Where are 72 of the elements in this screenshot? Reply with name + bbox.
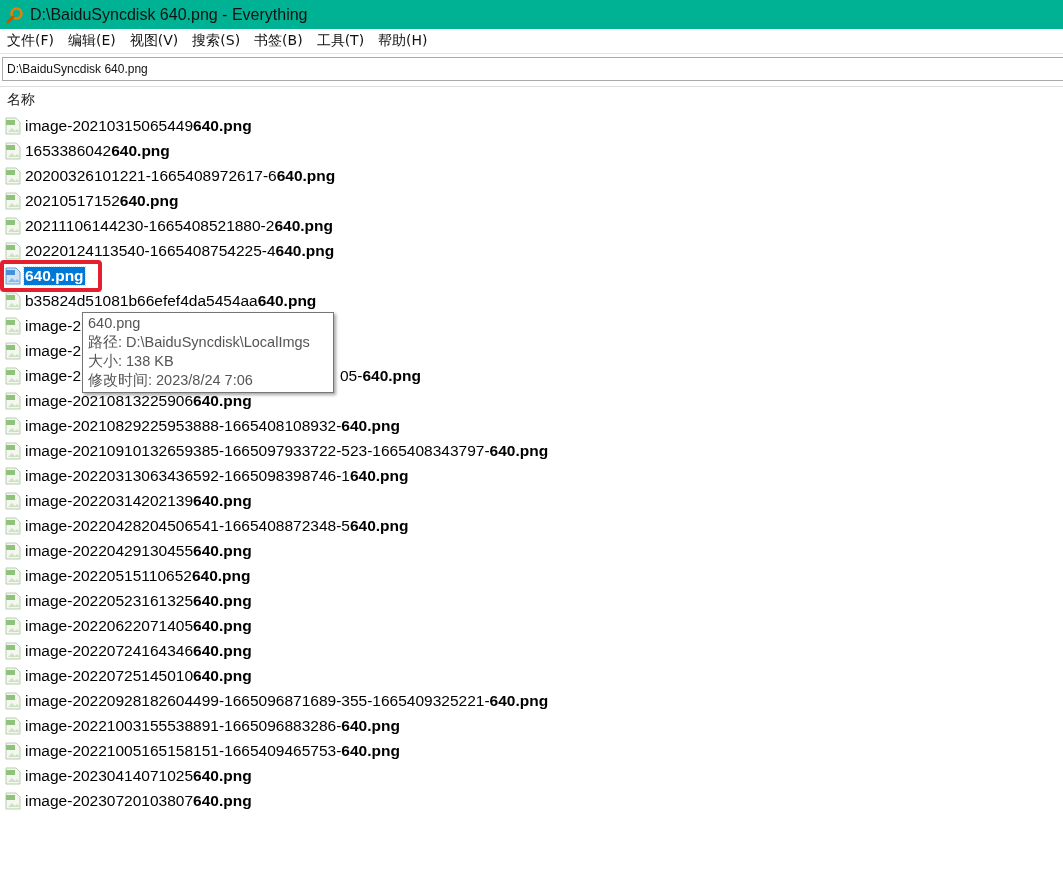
file-name[interactable]: image-20220429130455640.png [24, 541, 253, 560]
image-file-icon [5, 666, 21, 685]
image-file-icon [5, 541, 21, 560]
column-header[interactable]: 名称 [7, 91, 35, 109]
file-name[interactable]: image-20220724164346640.png [24, 641, 253, 660]
image-file-icon [5, 566, 21, 585]
menu-item[interactable]: 文件(F) [7, 32, 54, 50]
image-file-icon [5, 191, 21, 210]
menu-item[interactable]: 编辑(E) [68, 32, 116, 50]
file-name[interactable]: image-20220515110652640.png [24, 566, 252, 585]
tooltip-text: 路径: D:\BaiduSyncdisk\LocalImgs [88, 333, 311, 352]
file-name: 05-640.png [340, 366, 421, 385]
image-file-icon [5, 366, 21, 385]
image-file-icon [5, 216, 21, 235]
file-name[interactable]: 20211106144230-1665408521880-2640.png [24, 216, 334, 235]
window-title: D:\BaiduSyncdisk 640.png - Everything [30, 5, 308, 24]
file-name[interactable]: image-20230720103807640.png [24, 791, 253, 810]
image-file-icon [5, 491, 21, 510]
image-file-icon [5, 691, 21, 710]
file-name[interactable]: image-20220314202139640.png [24, 491, 253, 510]
file-name[interactable]: image-20220313063436592-1665098398746-1640.png [24, 466, 410, 485]
tooltip-text: 640.png [88, 314, 142, 333]
image-file-icon [5, 591, 21, 610]
image-file-icon [5, 716, 21, 735]
file-name[interactable]: 20200326101221-1665408972617-6640.png [24, 166, 337, 185]
file-name[interactable]: image-20230414071025640.png [24, 766, 253, 785]
file-name[interactable]: image-20220622071405640.png [24, 616, 253, 635]
file-name[interactable]: image-20220725145010640.png [24, 666, 253, 685]
image-file-icon [5, 441, 21, 460]
file-name[interactable]: image-20220928182604499-1665096871689-355-1665409325221-640.png [24, 691, 550, 710]
file-name[interactable]: image-20210829225953888-1665408108932-640.png [24, 416, 401, 435]
file-name[interactable]: image-2 [24, 316, 82, 335]
file-name[interactable]: image-2 [24, 341, 82, 360]
tooltip-text: 修改时间: 2023/8/24 7:06 [88, 371, 254, 390]
file-name[interactable]: image-20220428204506541-1665408872348-5640.png [24, 516, 410, 535]
file-name[interactable]: image-20221003155538891-1665096883286-640.png [24, 716, 401, 735]
image-file-icon [5, 616, 21, 635]
image-file-icon [5, 641, 21, 660]
file-name[interactable]: image-20210910132659385-1665097933722-523-1665408343797-640.png [24, 441, 550, 460]
menu-item[interactable]: 工具(T) [316, 32, 365, 50]
image-file-icon [5, 391, 21, 410]
image-file-icon [5, 291, 21, 310]
image-file-icon [5, 166, 21, 185]
magnifier-icon [6, 5, 24, 24]
image-file-icon [5, 241, 21, 260]
image-file-icon [5, 791, 21, 810]
image-file-icon [5, 141, 21, 160]
file-name[interactable]: image-20220523161325640.png [24, 591, 253, 610]
file-name[interactable]: 1653386042640.png [24, 141, 171, 160]
menu-item[interactable]: 视图(V) [129, 32, 179, 50]
file-name[interactable]: image-20221005165158151-1665409465753-640.png [24, 741, 401, 760]
file-name[interactable]: 20220124113540-1665408754225-4640.png [24, 241, 336, 260]
file-name[interactable]: image-20210813225906640.png [24, 391, 253, 410]
file-name[interactable]: image-20210315065449640.png [24, 116, 253, 135]
file-name[interactable]: 20210517152640.png [24, 191, 180, 210]
image-file-icon [5, 766, 21, 785]
file-name[interactable]: image-2 [24, 366, 82, 385]
image-file-icon [5, 516, 21, 535]
image-file-icon [5, 741, 21, 760]
image-file-icon [5, 466, 21, 485]
menu-item[interactable]: 书签(B) [254, 32, 303, 50]
image-file-icon [5, 316, 21, 335]
image-file-icon [5, 416, 21, 435]
file-name[interactable]: 640.png [24, 266, 85, 285]
file-name[interactable]: b35824d51081b66efef4da5454aa640.png [24, 291, 318, 310]
menu-item[interactable]: 帮助(H) [378, 32, 428, 50]
menu-item[interactable]: 搜索(S) [192, 32, 241, 50]
tooltip-text: 大小: 138 KB [88, 352, 175, 371]
image-file-icon [5, 341, 21, 360]
search-field[interactable]: D:\BaiduSyncdisk 640.png [2, 57, 1063, 81]
image-file-icon [5, 266, 21, 285]
image-file-icon [5, 116, 21, 135]
